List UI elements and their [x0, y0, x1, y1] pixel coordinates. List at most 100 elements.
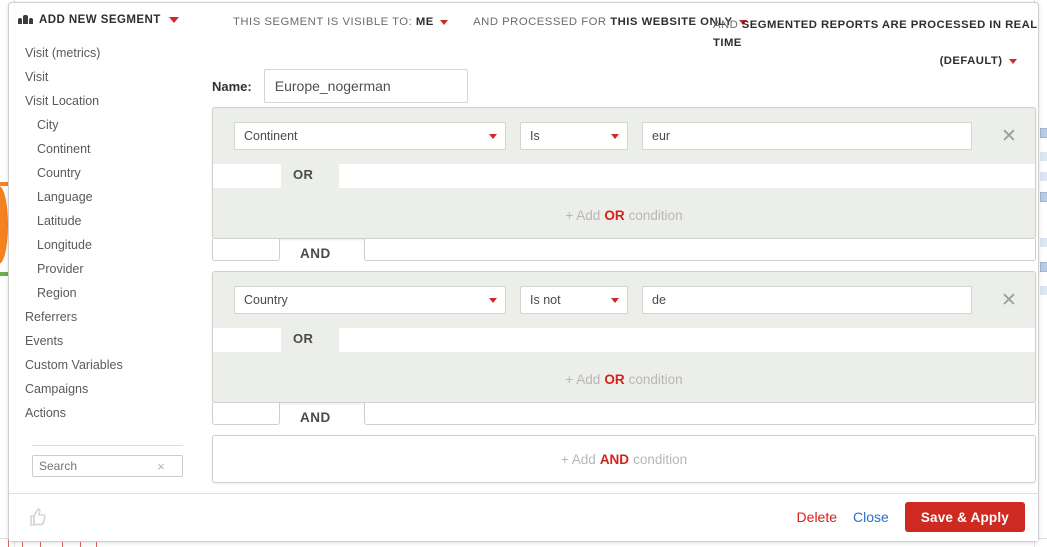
and-left-patch [212, 403, 280, 425]
sidebar-item-region[interactable]: Region [17, 281, 197, 305]
background-flag-icon [1040, 128, 1047, 138]
add-or-plus: + Add [565, 207, 601, 223]
sidebar-item-latitude[interactable]: Latitude [17, 209, 197, 233]
add-new-segment-label: ADD NEW SEGMENT [39, 14, 161, 26]
background-swatch [1040, 152, 1047, 161]
or-label: OR [293, 167, 314, 182]
processed-for-dropdown[interactable]: AND PROCESSED FOR THIS WEBSITE ONLY [473, 16, 748, 28]
save-apply-button[interactable]: Save & Apply [904, 502, 1025, 532]
and-left-patch [212, 239, 280, 261]
or-left-patch [213, 328, 281, 352]
sidebar-item-events[interactable]: Events [17, 329, 197, 353]
chevron-down-icon[interactable] [489, 134, 497, 139]
chevron-down-icon[interactable] [611, 134, 619, 139]
sidebar-item-continent[interactable]: Continent [17, 137, 197, 161]
sidebar-divider [32, 445, 183, 446]
name-label: Name: [212, 78, 252, 94]
and-separator: AND [212, 239, 1036, 271]
add-or-plus: + Add [565, 371, 601, 387]
condition-row: Continent Is ✕ [213, 108, 1035, 164]
sidebar-item-visit-location[interactable]: Visit Location [17, 89, 197, 113]
add-or-keyword: OR [604, 207, 625, 223]
dimension-select-value: Country [244, 293, 288, 307]
or-left-patch [213, 164, 281, 188]
chevron-down-icon[interactable] [611, 298, 619, 303]
dimension-sidebar: Visit (metrics) Visit Visit Location Cit… [17, 41, 197, 477]
and-label: AND [300, 410, 331, 425]
dimension-select[interactable]: Country [234, 286, 506, 314]
search-input[interactable] [33, 456, 151, 476]
background-flag-icon [1040, 192, 1047, 202]
sidebar-item-language[interactable]: Language [17, 185, 197, 209]
search-box[interactable]: × [32, 455, 183, 477]
add-or-suffix: condition [628, 371, 683, 387]
segment-icon [18, 14, 34, 26]
sidebar-item-visit-metrics[interactable]: Visit (metrics) [17, 41, 197, 65]
processed-for-label: AND PROCESSED FOR [473, 16, 607, 28]
add-or-suffix: condition [628, 207, 683, 223]
and-label: AND [300, 246, 331, 261]
background-flag-icon [1040, 262, 1047, 272]
realtime-default-row: (DEFAULT) [713, 52, 1043, 70]
condition-builder: Continent Is ✕ OR + Add OR condition [212, 107, 1039, 483]
sidebar-item-actions[interactable]: Actions [17, 401, 197, 425]
operator-select-value: Is [530, 129, 540, 143]
realtime-processing-dropdown[interactable]: AND SEGMENTED REPORTS ARE PROCESSED IN R… [713, 16, 1043, 70]
sidebar-item-campaigns[interactable]: Campaigns [17, 377, 197, 401]
background-swatch [1040, 286, 1047, 295]
or-separator: OR [213, 328, 1035, 356]
background-swatch [1040, 238, 1047, 247]
and-right-patch [364, 239, 1036, 261]
dimension-select-value: Continent [244, 129, 298, 143]
operator-select[interactable]: Is [520, 122, 628, 150]
delete-button[interactable]: Delete [797, 509, 837, 525]
operator-select-value: Is not [530, 293, 561, 307]
realtime-value: SEGMENTED REPORTS ARE PROCESSED IN REAL … [713, 19, 1038, 49]
condition-value-input[interactable] [642, 286, 972, 314]
sidebar-item-provider[interactable]: Provider [17, 257, 197, 281]
or-right-patch [339, 328, 1035, 352]
add-or-condition-button[interactable]: + Add OR condition [213, 192, 1035, 238]
add-and-keyword: AND [599, 451, 630, 467]
remove-condition-icon[interactable]: ✕ [996, 291, 1022, 310]
add-or-keyword: OR [604, 371, 625, 387]
thumbs-up-icon[interactable] [25, 505, 49, 529]
visible-to-dropdown[interactable]: THIS SEGMENT IS VISIBLE TO: ME [233, 16, 449, 28]
sidebar-item-city[interactable]: City [17, 113, 197, 137]
background-orange-shape [0, 186, 8, 264]
condition-value-input[interactable] [642, 122, 972, 150]
footer-actions: Delete Close Save & Apply [797, 502, 1025, 532]
and-block: Continent Is ✕ OR + Add OR condition [212, 107, 1036, 239]
or-label: OR [293, 331, 314, 346]
operator-select[interactable]: Is not [520, 286, 628, 314]
sidebar-item-country[interactable]: Country [17, 161, 197, 185]
add-and-suffix: condition [633, 451, 688, 467]
sidebar-item-custom-variables[interactable]: Custom Variables [17, 353, 197, 377]
segment-name-row: Name: [212, 69, 468, 103]
realtime-prefix-label: AND [713, 19, 739, 31]
close-button[interactable]: Close [853, 509, 889, 525]
clear-search-icon[interactable]: × [151, 459, 171, 474]
chevron-down-icon[interactable] [168, 17, 179, 23]
segment-editor-panel: ADD NEW SEGMENT THIS SEGMENT IS VISIBLE … [8, 2, 1039, 542]
and-block: Country Is not ✕ OR + Add OR condition [212, 271, 1036, 403]
chevron-down-icon[interactable] [440, 20, 449, 25]
editor-footer: Delete Close Save & Apply [9, 493, 1038, 541]
visible-to-value: ME [415, 16, 434, 28]
remove-condition-icon[interactable]: ✕ [996, 127, 1022, 146]
add-new-segment-button[interactable]: ADD NEW SEGMENT [18, 14, 179, 26]
chevron-down-icon[interactable] [1009, 59, 1017, 64]
dimension-select[interactable]: Continent [234, 122, 506, 150]
sidebar-item-visit[interactable]: Visit [17, 65, 197, 89]
visible-to-label: THIS SEGMENT IS VISIBLE TO: [233, 16, 413, 28]
and-right-patch [364, 403, 1036, 425]
or-right-patch [339, 164, 1035, 188]
add-and-plus: + Add [560, 451, 596, 467]
sidebar-item-longitude[interactable]: Longitude [17, 233, 197, 257]
sidebar-item-referrers[interactable]: Referrers [17, 305, 197, 329]
add-and-condition-button[interactable]: + Add AND condition [212, 435, 1036, 483]
segment-name-input[interactable] [263, 69, 468, 103]
and-separator: AND [212, 403, 1036, 435]
chevron-down-icon[interactable] [489, 298, 497, 303]
add-or-condition-button[interactable]: + Add OR condition [213, 356, 1035, 402]
